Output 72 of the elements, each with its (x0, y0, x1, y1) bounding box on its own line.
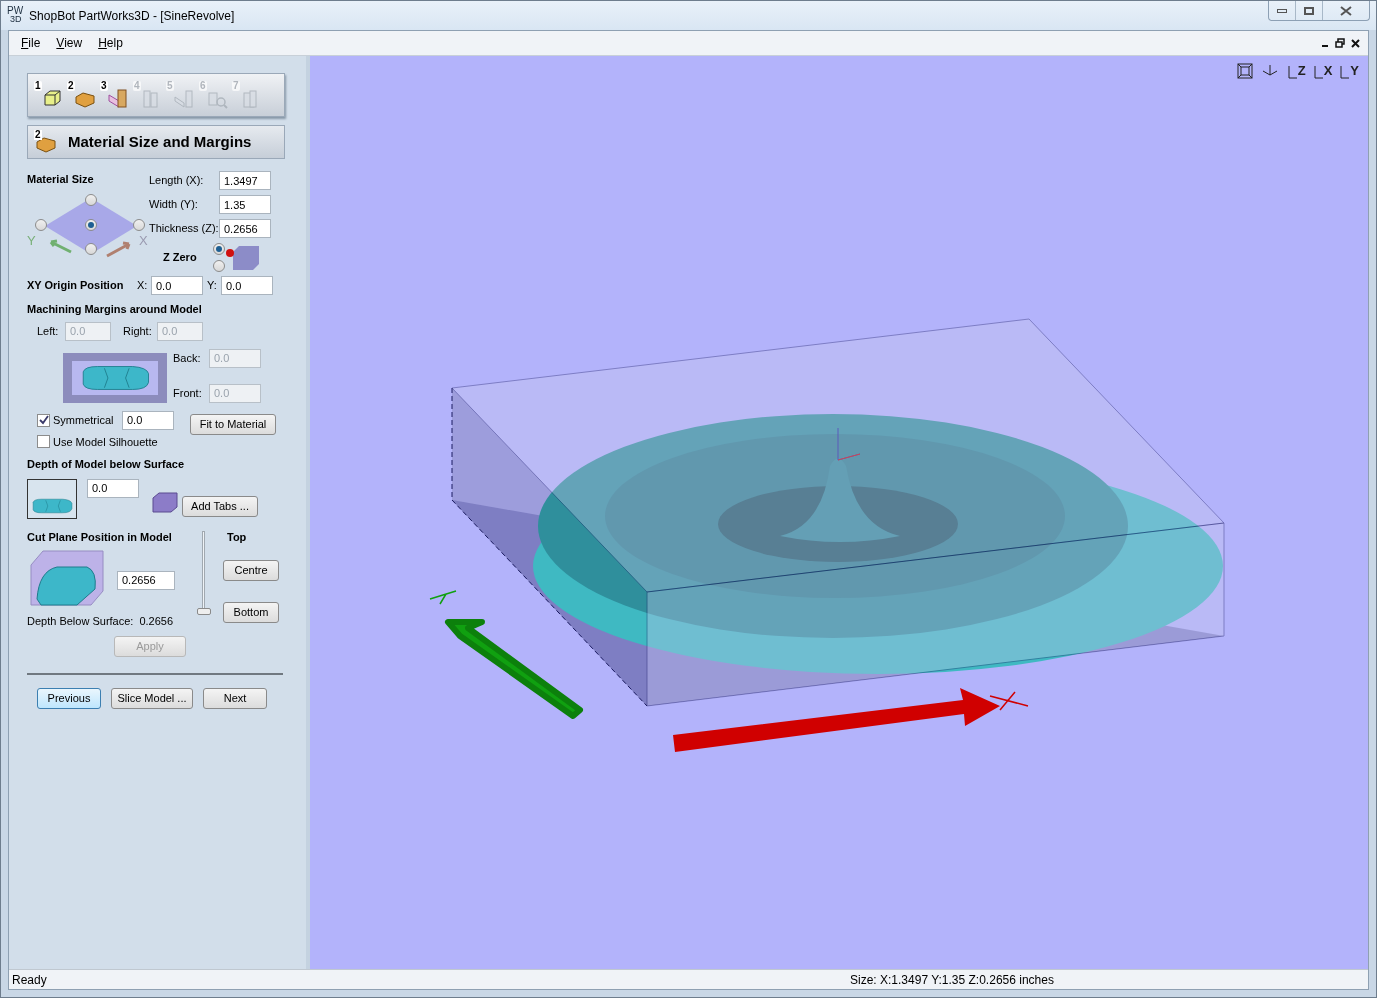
panel-title: Material Size and Margins (68, 131, 252, 152)
field-label: Right: (123, 323, 153, 339)
wizard-step-button[interactable]: 3 (100, 81, 130, 109)
push-button[interactable]: Next (203, 687, 267, 709)
push-button[interactable]: Add Tabs ... (182, 496, 258, 517)
depth-value: 0.2656 (139, 614, 174, 629)
radio-button[interactable] (133, 218, 145, 231)
number-field[interactable]: 0.0 (87, 478, 139, 498)
menu-item[interactable]: Help (90, 34, 131, 52)
checkbox-label: Use Model Silhouette (53, 434, 158, 450)
close-icon[interactable] (1351, 38, 1360, 48)
section-heading: Machining Margins around Model (27, 302, 203, 317)
axis-view-button[interactable]: Y (1338, 62, 1360, 80)
menu-item[interactable]: File (13, 34, 49, 52)
depth-label: Depth Below Surface: (27, 614, 134, 629)
field-label: Y: (207, 278, 218, 294)
number-field[interactable]: 1.35 (219, 195, 271, 214)
slab-icon (106, 87, 130, 109)
zoom-fit-button[interactable] (1235, 62, 1254, 80)
status-text: Ready (12, 971, 48, 989)
slice-icon (172, 87, 196, 109)
field-label: Thickness (Z): (149, 221, 219, 237)
radio-button[interactable] (35, 218, 47, 231)
field-label: X: (137, 278, 149, 294)
field-label: Length (X): (149, 173, 205, 189)
radio-button[interactable] (85, 193, 97, 206)
block-icon (225, 243, 261, 272)
block-icon (151, 491, 179, 514)
push-button[interactable]: Centre (223, 560, 279, 581)
number-field[interactable]: 0.0 (151, 276, 203, 295)
number-field[interactable]: 1.3497 (219, 171, 271, 190)
slider-thumb[interactable] (197, 607, 211, 615)
field-label: Width (Y): (149, 197, 199, 213)
section-heading: Cut Plane Position in Model (27, 529, 173, 545)
cut-plane-slider[interactable] (197, 530, 211, 615)
axes-icon (1339, 64, 1350, 80)
field-label: Left: (37, 323, 60, 339)
app-logo: PW 3D (7, 7, 24, 24)
push-button[interactable]: Slice Model ... (111, 687, 193, 709)
axes-icon (1312, 64, 1323, 80)
number-field[interactable]: 0.2656 (219, 219, 271, 238)
section-heading: Material Size (27, 172, 95, 187)
number-field[interactable]: 0.2656 (117, 570, 175, 590)
menu-item[interactable]: View (48, 34, 91, 52)
radio-button[interactable] (213, 260, 225, 272)
push-button[interactable]: Fit to Material (190, 413, 276, 435)
push-button[interactable]: Bottom (223, 602, 279, 623)
section-heading: Depth of Model below Surface (27, 457, 186, 472)
axes-icon (1286, 64, 1297, 80)
push-button[interactable]: Previous (37, 687, 101, 709)
close-icon (1340, 5, 1352, 16)
axis-label: Y (27, 231, 36, 250)
field-label: Z Zero (162, 250, 198, 266)
number-field[interactable]: 0.0 (221, 276, 273, 295)
status-text: Size: X:1.3497 Y:1.35 Z:0.2656 inches (850, 971, 1054, 989)
checkbox[interactable] (37, 413, 50, 427)
number-field[interactable]: 0.0 (122, 410, 174, 430)
checkbox[interactable] (37, 435, 50, 449)
slider-label: Top (226, 529, 248, 545)
wizard-step-button[interactable]: 1 (34, 81, 64, 109)
axis-view-button[interactable]: Z (1285, 62, 1307, 80)
axis-label: X (139, 231, 148, 250)
wizard-step-button[interactable]: 2 (67, 81, 97, 109)
field-label: Back: (173, 350, 202, 366)
section-heading: XY Origin Position (27, 278, 125, 294)
restore-icon[interactable] (1335, 38, 1345, 48)
window-title: ShopBot PartWorks3D - [SineRevolve] (29, 7, 235, 25)
step-number: 2 (34, 130, 42, 140)
field-label: Front: (173, 385, 203, 401)
axis-view-button[interactable]: X (1311, 62, 1334, 80)
radio-button[interactable] (213, 243, 225, 255)
checkbox-label: Symmetrical (53, 412, 115, 428)
